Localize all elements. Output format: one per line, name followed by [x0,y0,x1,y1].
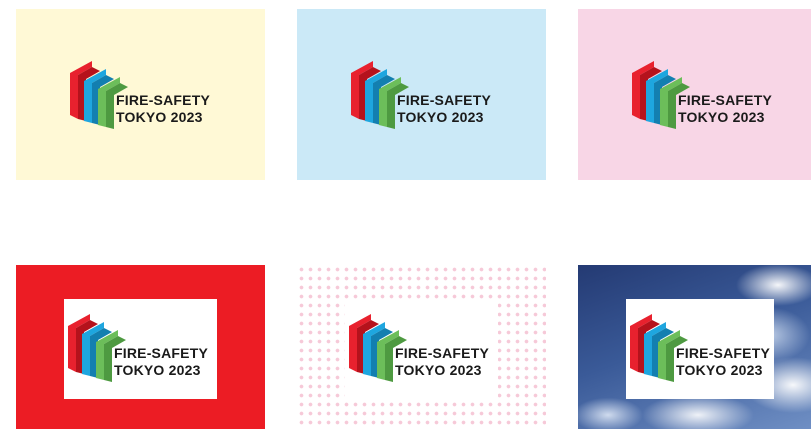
fire-safety-logo: FIRE-SAFETY TOKYO 2023 [349,304,509,394]
logo-line-1: FIRE-SAFETY [395,345,489,361]
white-plate: FIRE-SAFETY TOKYO 2023 [64,299,217,399]
logo-line-1: FIRE-SAFETY [116,92,210,108]
fire-safety-logo: FIRE-SAFETY TOKYO 2023 [632,51,792,141]
logo-variant-red: FIRE-SAFETY TOKYO 2023 [16,265,265,429]
logo-variant-pink: FIRE-SAFETY TOKYO 2023 [578,9,811,180]
fire-safety-logo: FIRE-SAFETY TOKYO 2023 [70,51,230,141]
logo-line-1: FIRE-SAFETY [114,345,208,361]
logo-variant-sky: FIRE-SAFETY TOKYO 2023 [578,265,811,429]
logo-line-2: TOKYO 2023 [116,109,203,125]
logo-variant-dots: FIRE-SAFETY TOKYO 2023 [297,265,546,429]
fire-safety-logo: FIRE-SAFETY TOKYO 2023 [351,51,511,141]
logo-line-2: TOKYO 2023 [676,362,763,378]
logo-line-2: TOKYO 2023 [395,362,482,378]
logo-line-1: FIRE-SAFETY [676,345,770,361]
logo-line-1: FIRE-SAFETY [678,92,772,108]
fire-safety-logo: FIRE-SAFETY TOKYO 2023 [68,304,228,394]
logo-line-2: TOKYO 2023 [678,109,765,125]
white-plate: FIRE-SAFETY TOKYO 2023 [345,299,498,399]
logo-sheet: { "logo": { "line1": "FIRE-SAFETY", "lin… [0,0,811,429]
logo-variant-yellow: FIRE-SAFETY TOKYO 2023 [16,9,265,180]
fire-safety-logo: FIRE-SAFETY TOKYO 2023 [630,304,790,394]
logo-line-1: FIRE-SAFETY [397,92,491,108]
white-plate: FIRE-SAFETY TOKYO 2023 [626,299,774,399]
logo-variant-blue: FIRE-SAFETY TOKYO 2023 [297,9,546,180]
logo-line-2: TOKYO 2023 [397,109,484,125]
logo-line-2: TOKYO 2023 [114,362,201,378]
